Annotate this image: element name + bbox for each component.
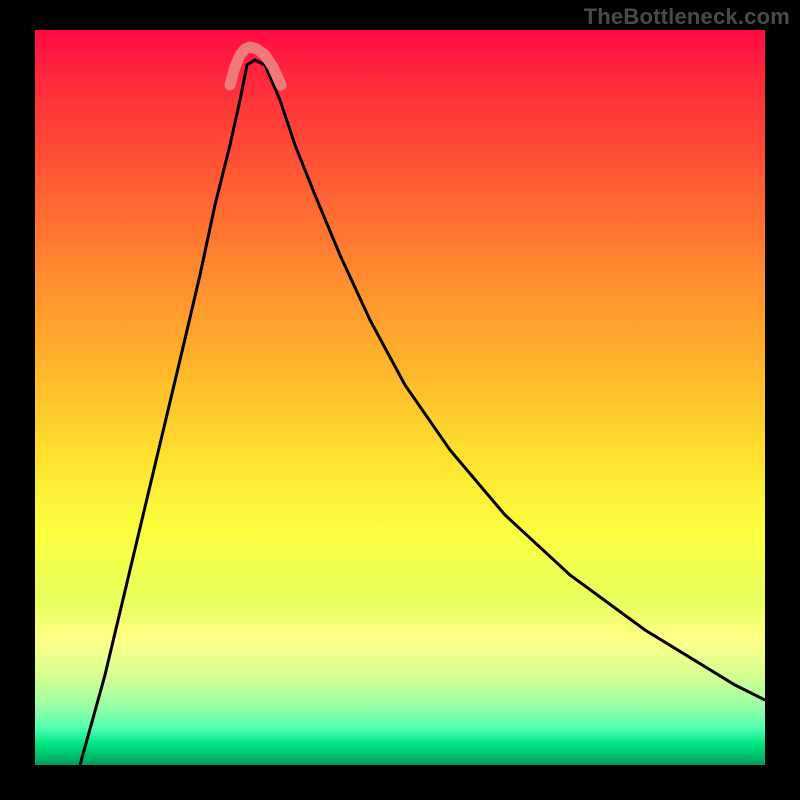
optimal-marker	[230, 47, 281, 85]
curve-layer	[35, 30, 765, 765]
watermark-text: TheBottleneck.com	[584, 4, 790, 30]
plot-area	[35, 30, 765, 765]
chart-container: TheBottleneck.com	[0, 0, 800, 800]
bottleneck-curve	[80, 60, 765, 765]
